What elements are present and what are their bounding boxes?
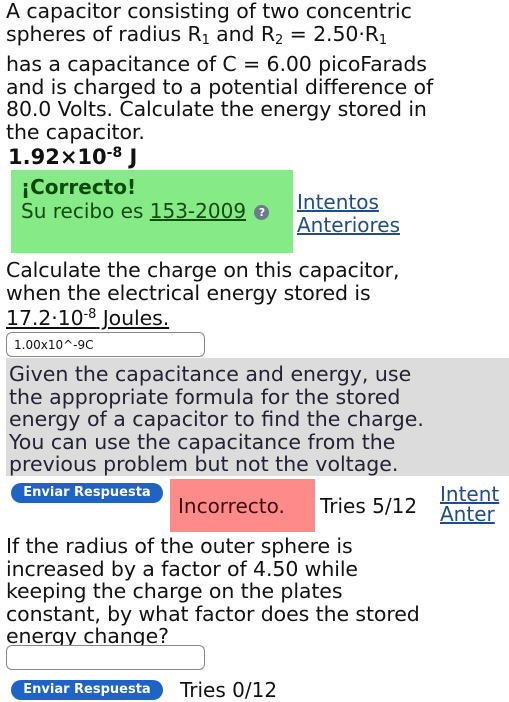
question-2-text: Calculate the charge on this capacitor, … — [6, 258, 400, 330]
charge-answer-input[interactable]: 1.00x10^-9C — [6, 332, 205, 357]
tries-counter: Tries 5/12 — [320, 494, 418, 518]
answer-value: 1.92×10-8 J — [8, 145, 138, 169]
receipt-link[interactable]: 153-2009 — [150, 199, 246, 223]
previous-attempts-link-2[interactable]: Intent Anter — [440, 484, 499, 524]
help-icon[interactable]: ? — [254, 205, 270, 220]
incorrect-feedback-box: Incorrecto. — [170, 479, 315, 532]
submit-answer-button-2[interactable]: Enviar Respuesta — [11, 680, 163, 700]
energy-value: 17.2·10-8 Joules. — [6, 306, 170, 330]
previous-attempts-link[interactable]: Intentos Anteriores — [297, 191, 400, 237]
question-3-text: If the radius of the outer sphere is inc… — [6, 534, 420, 648]
receipt-text: Su recibo es 153-2009 ? — [21, 200, 281, 223]
factor-answer-input[interactable] — [6, 645, 205, 670]
submit-answer-button[interactable]: Enviar Respuesta — [11, 483, 163, 503]
question-1-text: A capacitor consisting of two concentric… — [6, 0, 434, 144]
incorrect-label: Incorrecto. — [178, 494, 285, 518]
correct-title: ¡Correcto! — [21, 175, 137, 199]
correct-feedback-box: ¡Correcto! Su recibo es 153-2009 ? — [11, 170, 293, 253]
tries-counter-2: Tries 0/12 — [180, 678, 278, 702]
hint-box: Given the capacitance and energy, use th… — [6, 358, 509, 476]
